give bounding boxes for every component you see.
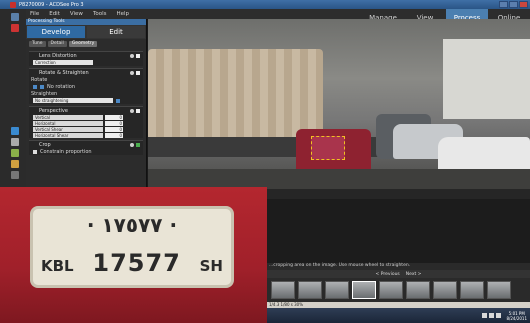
tab-develop[interactable]: Develop [27, 26, 85, 38]
stop-icon[interactable] [11, 24, 19, 32]
filmstrip-thumbnail[interactable] [325, 281, 349, 299]
visibility-icon[interactable] [130, 53, 134, 58]
plate-zoom-inset: · ١٧٥٧٧ · KBL 17577 SH [0, 187, 267, 323]
filmstrip-nav: < Previous Next > [267, 270, 530, 278]
filmstrip-thumbnail[interactable] [379, 281, 403, 299]
battery-icon[interactable] [496, 313, 502, 318]
section-title: Rotate & Straighten [39, 69, 89, 76]
section-title: Perspective [39, 107, 68, 114]
viewer-hint: ...cropping area on the image. Use mouse… [267, 263, 530, 270]
plate-code: KBL [41, 257, 74, 275]
photo-truck-load [148, 49, 323, 144]
image-viewer[interactable] [148, 19, 530, 189]
filmstrip-thumbnail[interactable] [298, 281, 322, 299]
clock-time: 5:01 PM [508, 310, 525, 316]
perspective-section: Perspective Vertical 0 Horizontal 0 Vertic… [29, 106, 143, 138]
reset-icon[interactable] [136, 70, 140, 75]
vertical-value[interactable]: 0 [105, 114, 123, 120]
horizontal-shear-slider[interactable]: Horizontal Shear [33, 132, 103, 138]
straighten-label: Straighten [31, 90, 58, 97]
reset-icon[interactable] [136, 108, 140, 113]
close-button[interactable] [519, 1, 528, 8]
window-controls [499, 1, 528, 8]
reset-icon[interactable] [136, 53, 140, 58]
crop-section: Crop Constrain proportion [29, 140, 143, 155]
volume-icon[interactable] [489, 313, 495, 318]
app-icon [10, 1, 16, 8]
subtab-detail[interactable]: Detail [47, 41, 67, 47]
lower-area: ...cropping area on the image. Use mouse… [267, 189, 530, 323]
crop-selection-box[interactable] [311, 136, 345, 160]
window-title: P8270009 - ACDSee Pro 3 [19, 1, 84, 8]
subtab-geometry[interactable]: Geometry [68, 41, 98, 47]
rotate-label: Rotate [31, 76, 48, 83]
filmstrip-thumbnail[interactable] [487, 281, 511, 299]
maximize-button[interactable] [509, 1, 518, 8]
previous-button[interactable]: < Previous [376, 272, 400, 277]
minimize-button[interactable] [499, 1, 508, 8]
menu-help[interactable]: Help [117, 11, 130, 17]
plate-suffix: SH [199, 257, 223, 275]
filmstrip-thumbnail[interactable] [406, 281, 430, 299]
next-button[interactable]: Next > [406, 272, 422, 277]
constrain-label: Constrain proportion [40, 148, 92, 155]
title-bar: P8270009 - ACDSee Pro 3 [0, 0, 530, 9]
crop-tool-icon[interactable] [11, 149, 19, 157]
section-title: Crop [39, 141, 51, 148]
color-tool-icon[interactable] [11, 160, 19, 168]
rotate-left-button[interactable] [33, 84, 37, 89]
horizontal-shear-value[interactable]: 0 [105, 132, 123, 138]
system-tray: 5:01 PM 8/24/2011 [482, 311, 530, 321]
plate-arabic-number: · ١٧٥٧٧ · [86, 213, 178, 237]
left-toolbar [0, 9, 26, 196]
visibility-icon[interactable] [130, 108, 134, 113]
lens-correction-dropdown[interactable]: Correction [33, 60, 93, 65]
develop-subtabs: Tune Detail Geometry [26, 39, 146, 49]
vertical-shear-slider[interactable]: Vertical Shear [33, 126, 103, 132]
straighten-tool-icon[interactable] [116, 98, 120, 103]
rotate-section: Rotate & Straighten Rotate No rotation S… [29, 68, 143, 104]
select-tool-icon[interactable] [11, 127, 19, 135]
rotate-right-button[interactable] [40, 84, 44, 89]
menu-view[interactable]: View [70, 11, 83, 17]
filmstrip-thumbnail[interactable] [433, 281, 457, 299]
vertical-shear-value[interactable]: 0 [105, 126, 123, 132]
viewer-bottom-bar [267, 189, 530, 199]
zoom-tool-icon[interactable] [11, 171, 19, 179]
horizontal-value[interactable]: 0 [105, 120, 123, 126]
plate-number: 17577 [92, 249, 181, 277]
home-icon[interactable] [11, 13, 19, 21]
straighten-dropdown[interactable]: No straightening [33, 98, 113, 103]
section-title: Lens Distortion [39, 52, 77, 59]
horizontal-slider[interactable]: Horizontal [33, 120, 103, 126]
license-plate: · ١٧٥٧٧ · KBL 17577 SH [33, 209, 231, 285]
tab-edit[interactable]: Edit [87, 26, 145, 38]
menu-bar: File Edit View Tools Help Manage View Pr… [26, 9, 530, 27]
subtab-tune[interactable]: Tune [29, 41, 46, 47]
reset-icon[interactable] [136, 142, 140, 147]
visibility-icon[interactable] [130, 142, 134, 147]
panel-tabs: Develop Edit [26, 25, 146, 39]
clock[interactable]: 5:01 PM 8/24/2011 [506, 311, 527, 321]
network-icon[interactable] [482, 313, 488, 318]
filmstrip-thumbnail-selected[interactable] [352, 281, 376, 299]
filmstrip-thumbnail[interactable] [271, 281, 295, 299]
processing-panel: Processing Tools Develop Edit Tune Detai… [26, 19, 147, 187]
visibility-icon[interactable] [130, 70, 134, 75]
menu-edit[interactable]: Edit [49, 11, 60, 17]
brush-tool-icon[interactable] [11, 138, 19, 146]
constrain-checkbox[interactable] [33, 149, 37, 154]
lens-distortion-section: Lens Distortion Correction [29, 51, 143, 66]
windows-taskbar: 5:01 PM 8/24/2011 [267, 308, 530, 323]
photo-road [148, 169, 530, 189]
menu-tools[interactable]: Tools [93, 11, 107, 17]
vertical-slider[interactable]: Vertical [33, 114, 103, 120]
filmstrip [267, 278, 530, 302]
filmstrip-thumbnail[interactable] [460, 281, 484, 299]
menu-file[interactable]: File [30, 11, 39, 17]
photo-bus [443, 39, 530, 119]
clock-date: 8/24/2011 [506, 315, 527, 321]
no-rotation-label: No rotation [47, 83, 75, 90]
